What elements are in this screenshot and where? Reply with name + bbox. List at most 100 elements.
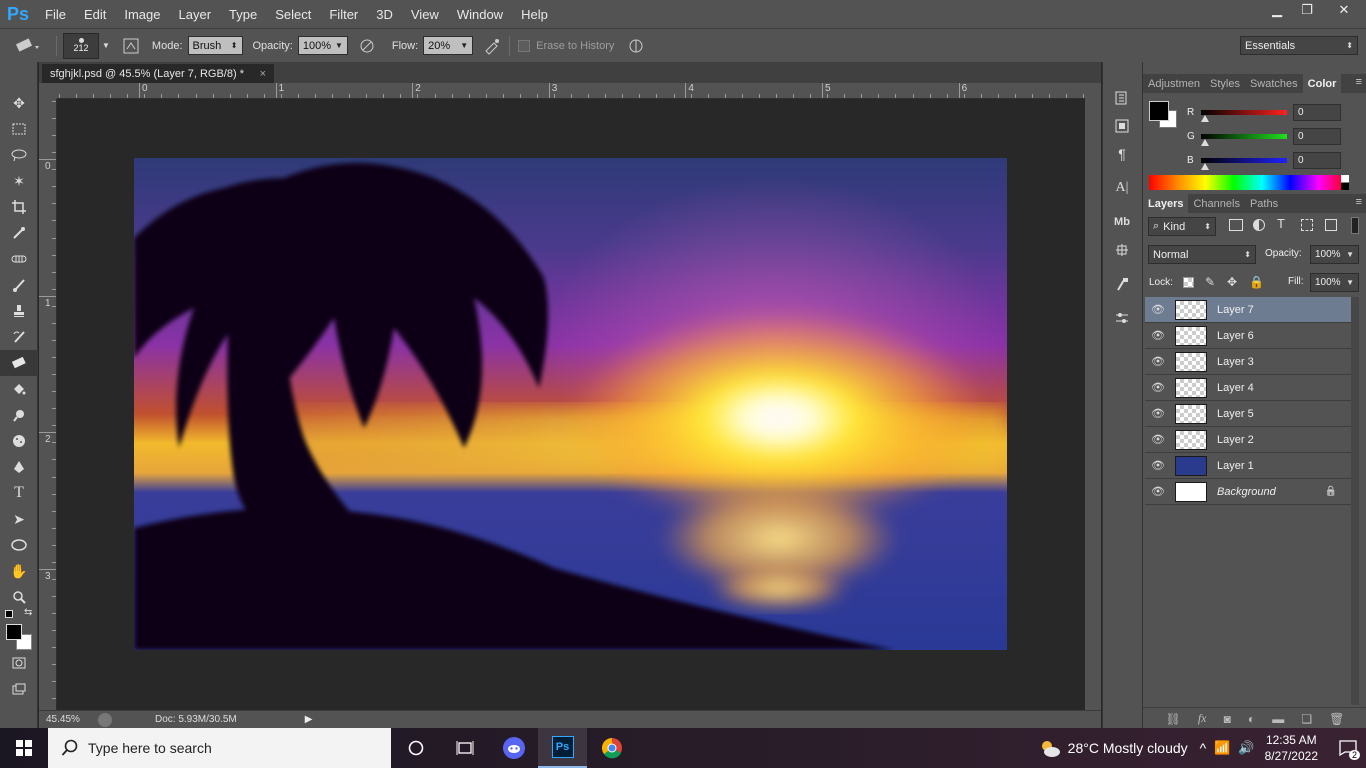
layer-row[interactable]: 👁 Layer 4 <box>1145 375 1351 401</box>
menu-type[interactable]: Type <box>220 7 266 22</box>
cortana-icon[interactable] <box>391 728 440 768</box>
close-tab-icon[interactable]: × <box>260 68 266 80</box>
paint-bucket-tool-icon[interactable] <box>0 376 38 402</box>
pressure-size-icon[interactable] <box>625 35 647 57</box>
slider-track[interactable] <box>1201 110 1287 115</box>
layer-row[interactable]: 👁 Background 🔒 <box>1145 479 1351 505</box>
type-tool-icon[interactable]: T <box>0 480 38 506</box>
brush-presets-icon[interactable] <box>1103 304 1141 332</box>
filter-pixel-icon[interactable] <box>1229 219 1243 231</box>
document-tab[interactable]: sfghjkl.psd @ 45.5% (Layer 7, RGB/8) * × <box>42 64 274 83</box>
character-panel-icon[interactable]: A| <box>1103 174 1141 202</box>
new-group-icon[interactable]: ▬ <box>1272 712 1284 726</box>
tab-styles[interactable]: Styles <box>1205 74 1245 93</box>
flow-field[interactable]: 20% ▼ <box>423 36 474 55</box>
tab-color[interactable]: Color <box>1302 74 1342 93</box>
opacity-field[interactable]: 100% ▼ <box>297 36 348 55</box>
menu-edit[interactable]: Edit <box>75 7 115 22</box>
restore-button[interactable]: ❐ <box>1292 0 1322 20</box>
layer-row[interactable]: 👁 Layer 5 <box>1145 401 1351 427</box>
status-menu-arrow-icon[interactable]: ▶ <box>305 714 313 725</box>
horizontal-ruler[interactable]: 0 1 2 3 4 5 6 <box>57 83 1085 99</box>
chrome-icon[interactable] <box>587 728 636 768</box>
brush-picker-arrow-icon[interactable]: ▼ <box>102 41 110 50</box>
tab-paths[interactable]: Paths <box>1245 194 1283 213</box>
slider-value-field[interactable]: 0 <box>1293 152 1341 169</box>
visibility-eye-icon[interactable]: 👁 <box>1145 459 1171 472</box>
swap-colors-icon[interactable]: ⇆ <box>24 607 32 618</box>
weather-partly-cloudy-icon[interactable] <box>1038 738 1062 758</box>
link-layers-icon[interactable]: ⛓ <box>1166 712 1181 726</box>
layer-name[interactable]: Layer 5 <box>1217 408 1254 420</box>
clock[interactable]: 12:35 AM 8/27/2022 <box>1265 732 1318 764</box>
slider-knob[interactable] <box>1201 163 1209 170</box>
filter-type-icon[interactable]: T <box>1277 216 1285 231</box>
path-selection-tool-icon[interactable]: ➤ <box>0 506 38 532</box>
menu-select[interactable]: Select <box>266 7 320 22</box>
menu-help[interactable]: Help <box>512 7 557 22</box>
visibility-eye-icon[interactable]: 👁 <box>1145 303 1171 316</box>
eyedropper-tool-icon[interactable] <box>0 220 38 246</box>
layer-row[interactable]: 👁 Layer 7 <box>1145 297 1351 323</box>
task-view-icon[interactable] <box>440 728 489 768</box>
layers-scrollbar[interactable] <box>1351 297 1359 705</box>
visibility-eye-icon[interactable]: 👁 <box>1145 381 1171 394</box>
lock-image-icon[interactable]: ✎ <box>1205 275 1215 289</box>
ruler-origin[interactable] <box>39 83 57 99</box>
panel-menu-icon[interactable]: ≡ <box>1356 76 1362 88</box>
marquee-tool-icon[interactable] <box>0 116 38 142</box>
paragraph-panel-icon[interactable]: ¶ <box>1103 140 1141 168</box>
taskbar-search-box[interactable]: Type here to search <box>48 728 391 768</box>
minimize-button[interactable]: ▁ <box>1262 0 1292 20</box>
photoshop-taskbar-icon[interactable]: Ps <box>538 728 587 768</box>
filter-shape-icon[interactable] <box>1301 219 1313 231</box>
volume-icon[interactable]: 🔊 <box>1238 740 1254 756</box>
zoom-level[interactable]: 45.45% <box>46 714 94 725</box>
mode-dropdown[interactable]: Brush ⬍ <box>187 36 243 55</box>
document-canvas[interactable] <box>134 158 1007 650</box>
properties-panel-icon[interactable] <box>1103 112 1141 140</box>
status-info-icon[interactable] <box>98 712 112 727</box>
chevron-down-icon[interactable]: ▼ <box>1346 278 1354 287</box>
layer-name[interactable]: Layer 3 <box>1217 356 1254 368</box>
mini-bridge-icon[interactable]: Mb <box>1103 208 1141 236</box>
panel-menu-icon[interactable]: ≡ <box>1356 196 1362 208</box>
filter-smart-object-icon[interactable] <box>1325 219 1337 231</box>
magic-wand-tool-icon[interactable]: ✶ <box>0 168 38 194</box>
discord-icon[interactable] <box>489 728 538 768</box>
screen-mode-icon[interactable] <box>0 676 38 702</box>
slider-value-field[interactable]: 0 <box>1293 128 1341 145</box>
measurement-panel-icon[interactable] <box>1103 236 1141 264</box>
slider-knob[interactable] <box>1201 115 1209 122</box>
show-hidden-icons-icon[interactable]: ^ <box>1200 740 1207 756</box>
layer-name[interactable]: Layer 6 <box>1217 330 1254 342</box>
new-layer-icon[interactable]: ❏ <box>1301 712 1312 726</box>
chevron-down-icon[interactable]: ▼ <box>1346 250 1354 259</box>
hand-tool-icon[interactable]: ✋ <box>0 558 38 584</box>
foreground-color-swatch[interactable] <box>6 624 22 640</box>
new-adjustment-layer-icon[interactable]: ◐ <box>1248 712 1255 726</box>
workspace-dropdown[interactable]: Essentials ⬍ <box>1240 36 1358 55</box>
slider-knob[interactable] <box>1201 139 1209 146</box>
menu-view[interactable]: View <box>402 7 448 22</box>
color-spectrum-bar[interactable] <box>1149 175 1347 190</box>
clone-stamp-tool-icon[interactable] <box>0 298 38 324</box>
visibility-eye-icon[interactable]: 👁 <box>1145 407 1171 420</box>
layer-filter-dropdown[interactable]: ⌕ Kind ⬍ <box>1148 217 1216 236</box>
lasso-tool-icon[interactable] <box>0 142 38 168</box>
visibility-eye-icon[interactable]: 👁 <box>1145 485 1171 498</box>
close-button[interactable]: ✕ <box>1322 0 1366 20</box>
slider-track[interactable] <box>1201 158 1287 163</box>
brush-size-picker[interactable]: 212 <box>63 32 99 59</box>
delete-layer-icon[interactable]: 🗑 <box>1329 712 1344 726</box>
menu-layer[interactable]: Layer <box>170 7 221 22</box>
eraser-tool-icon[interactable] <box>0 350 38 376</box>
healing-brush-tool-icon[interactable] <box>0 246 38 272</box>
layer-row[interactable]: 👁 Layer 2 <box>1145 427 1351 453</box>
vertical-ruler[interactable]: 0 1 2 3 <box>39 99 57 710</box>
layer-name[interactable]: Layer 2 <box>1217 434 1254 446</box>
move-tool-icon[interactable]: ✥ <box>0 90 38 116</box>
layer-row[interactable]: 👁 Layer 1 <box>1145 453 1351 479</box>
pressure-opacity-icon[interactable] <box>356 35 378 57</box>
network-icon[interactable]: 📶 <box>1214 740 1230 756</box>
